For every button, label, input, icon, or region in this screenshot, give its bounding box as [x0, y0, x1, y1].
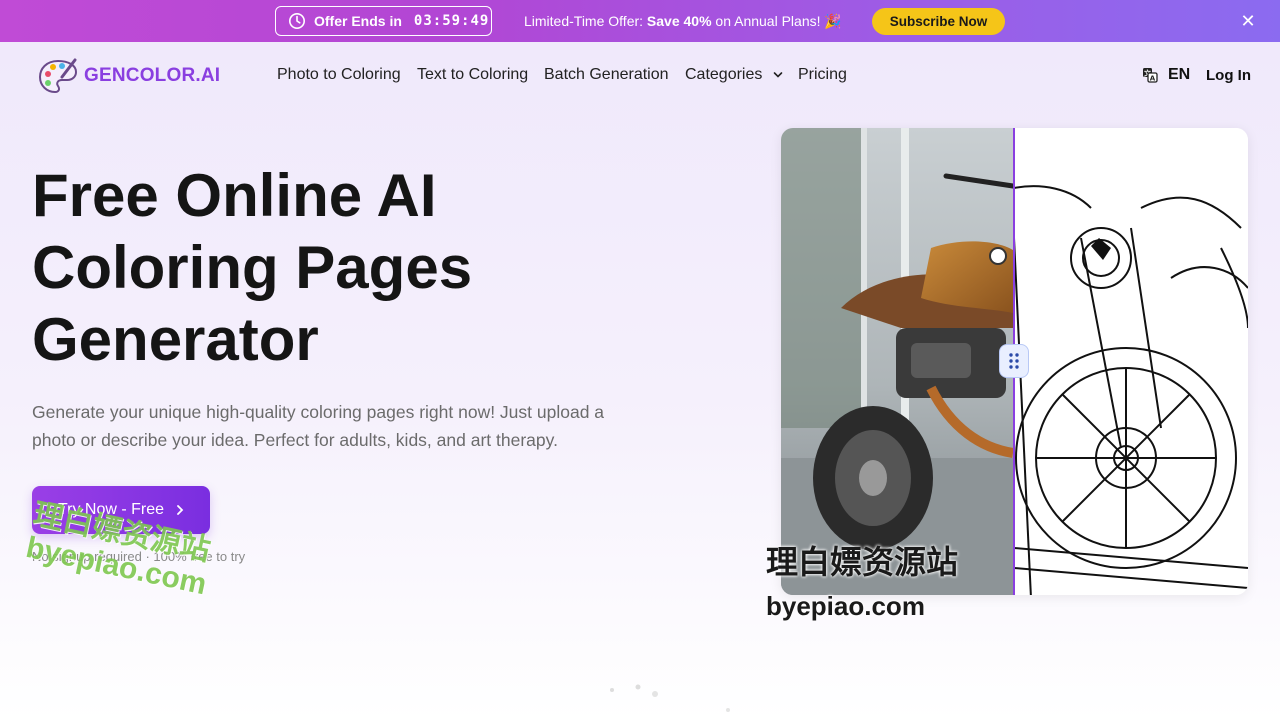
offer-timer: Offer Ends in 03:59:49 [275, 6, 492, 36]
offer-prefix: Limited-Time Offer: [524, 13, 644, 29]
watermark-url-right: byepiao.com [766, 591, 925, 621]
hero-title-line1: Free Online AI [32, 162, 437, 229]
motorcycle-photo [781, 128, 1016, 595]
party-icon: 🎉 [824, 13, 842, 29]
watermark-right: 理白嫖资源站 byepiao.com [766, 540, 958, 628]
nav-photo-to-coloring[interactable]: Photo to Coloring [277, 66, 401, 84]
offer-text: Limited-Time Offer: Save 40% on Annual P… [524, 13, 842, 30]
login-link[interactable]: Log In [1206, 67, 1251, 84]
motorcycle-line-art [1013, 128, 1248, 595]
nav-pricing[interactable]: Pricing [798, 66, 847, 84]
nav-text-to-coloring[interactable]: Text to Coloring [417, 66, 528, 84]
palette-icon [38, 58, 78, 94]
drag-handle-icon[interactable] [999, 344, 1029, 378]
hero-title-line2: Coloring Pages [32, 234, 473, 301]
grip-dots-icon [1009, 353, 1019, 369]
timer-countdown: 03:59:49 [413, 13, 490, 29]
clock-icon [288, 12, 306, 30]
timer-label: Offer Ends in [314, 13, 402, 29]
translate-icon: 文 A [1143, 68, 1158, 83]
language-label: EN [1168, 66, 1191, 83]
watermark-cn-right: 理白嫖资源站 [766, 544, 959, 580]
nav-batch-generation[interactable]: Batch Generation [544, 66, 669, 84]
before-after-slider[interactable] [781, 128, 1248, 595]
promo-banner: Offer Ends in 03:59:49 Limited-Time Offe… [0, 0, 1280, 42]
logo-text: GENCOLOR.AI [84, 65, 221, 86]
nav-categories-label: Categories [685, 66, 763, 83]
offer-discount: Save 40% [646, 13, 712, 29]
hero-subtitle: Generate your unique high-quality colori… [32, 402, 605, 450]
decorative-dots [610, 684, 730, 712]
close-icon[interactable]: ✕ [1238, 11, 1258, 31]
language-switcher[interactable]: 文 A EN [1142, 66, 1190, 84]
nav-categories[interactable]: Categories [685, 66, 783, 84]
svg-text:A: A [1150, 75, 1156, 83]
subscribe-button[interactable]: Subscribe Now [872, 8, 1005, 35]
offer-suffix: on Annual Plans! [715, 13, 821, 29]
chevron-right-icon [177, 505, 184, 515]
hero-title: Free Online AI Coloring Pages Generator [32, 160, 652, 376]
chevron-down-icon [773, 71, 783, 78]
hero-title-line3: Generator [32, 306, 319, 373]
logo[interactable]: GENCOLOR.AI [38, 57, 220, 95]
